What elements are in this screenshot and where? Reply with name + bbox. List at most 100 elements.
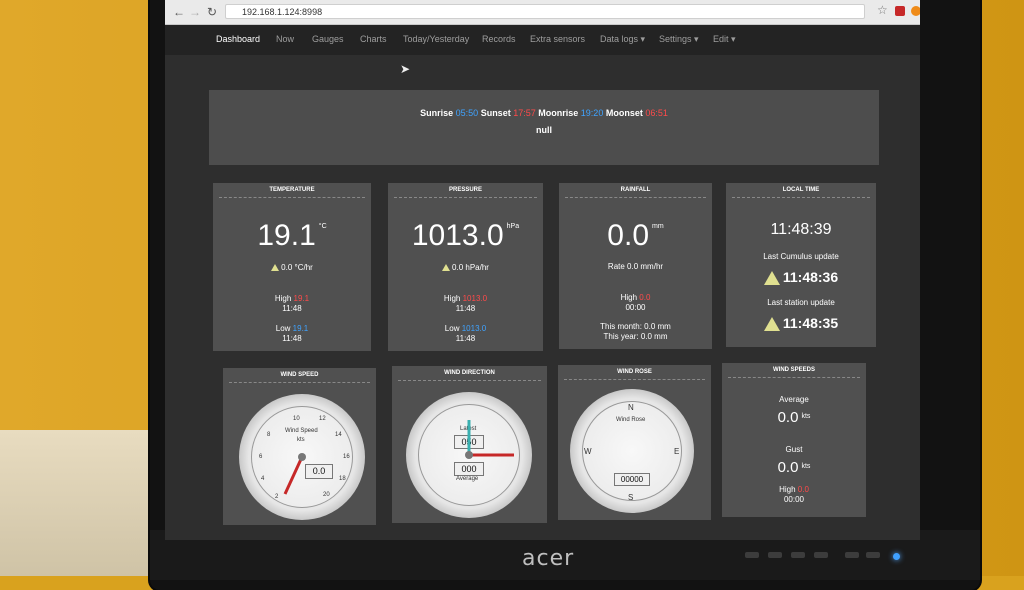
wind-rose-counter: 00000 bbox=[614, 473, 650, 486]
monitor-button[interactable] bbox=[791, 552, 805, 558]
browser-toolbar: ← → ↻ 192.168.1.124:8998 ☆ bbox=[165, 0, 920, 25]
last-cumulus-label: Last Cumulus update bbox=[763, 252, 839, 261]
high-label: High bbox=[779, 485, 796, 494]
pressure-high-time: 11:48 bbox=[455, 304, 476, 313]
rainfall-rate: Rate 0.0 mm/hr bbox=[607, 262, 664, 271]
moonrise-time: 19:20 bbox=[580, 108, 604, 118]
pressure-trend: 0.0 hPa/hr bbox=[452, 263, 489, 272]
direction-needles bbox=[465, 420, 514, 459]
trend-up-icon bbox=[271, 264, 280, 272]
back-icon[interactable]: ← bbox=[173, 5, 185, 19]
astronomy-banner: Sunrise 05:50 Sunset 17:57 Moonrise 19:2… bbox=[209, 90, 879, 165]
wind-high: 0.0 bbox=[797, 485, 809, 494]
temperature-value: 19.1 bbox=[257, 219, 316, 252]
pressure-unit: hPa bbox=[506, 223, 520, 230]
moonset-label: Moonset bbox=[605, 108, 643, 118]
rainfall-high-time: 00:00 bbox=[625, 303, 646, 312]
panel-title: TEMPERATURE bbox=[269, 187, 315, 193]
wind-average-value: 0.0 bbox=[777, 409, 799, 426]
high-label: High bbox=[274, 294, 292, 303]
nav-data-logs[interactable]: Data logs ▾ bbox=[600, 34, 645, 45]
compass-w: W bbox=[584, 447, 592, 456]
pressure-low-time: 11:48 bbox=[455, 334, 476, 343]
nav-now[interactable]: Now bbox=[276, 34, 294, 44]
gust-label: Gust bbox=[785, 445, 803, 454]
trend-up-icon bbox=[763, 271, 780, 286]
pressure-panel: PRESSURE 1013.0 hPa 0.0 hPa/hr High 1013.… bbox=[388, 183, 543, 351]
nav-edit[interactable]: Edit ▾ bbox=[713, 34, 736, 45]
wind-speeds-panel: WIND SPEEDS Average 0.0 kts Gust 0.0 kts H… bbox=[722, 363, 866, 517]
extension-icon[interactable] bbox=[911, 6, 920, 16]
panel-title: WIND SPEEDS bbox=[772, 367, 815, 373]
rainfall-value: 0.0 bbox=[607, 219, 650, 252]
wind-gust-value: 0.0 bbox=[777, 459, 799, 476]
address-bar[interactable]: 192.168.1.124:8998 bbox=[225, 4, 865, 19]
pressure-high: 1013.0 bbox=[462, 294, 488, 303]
nav-records[interactable]: Records bbox=[482, 34, 516, 44]
screen: ← → ↻ 192.168.1.124:8998 ☆ Dashboard Now… bbox=[165, 0, 920, 540]
temperature-high: 19.1 bbox=[293, 294, 310, 303]
monitor-button[interactable] bbox=[768, 552, 782, 558]
rainfall-panel: RAINFALL 0.0 mm Rate 0.0 mm/hr High 0.0 0… bbox=[559, 183, 712, 349]
bookmark-star-icon[interactable]: ☆ bbox=[877, 3, 888, 17]
rainfall-unit: mm bbox=[652, 223, 664, 230]
monitor-button[interactable] bbox=[845, 552, 859, 558]
trend-up-icon bbox=[763, 317, 780, 332]
nav-settings[interactable]: Settings ▾ bbox=[659, 34, 699, 45]
pressure-value: 1013.0 bbox=[411, 219, 504, 252]
monitor-button[interactable] bbox=[814, 552, 828, 558]
nav-gauges[interactable]: Gauges bbox=[312, 34, 344, 44]
panel-title: PRESSURE bbox=[448, 187, 482, 193]
divider bbox=[398, 380, 541, 381]
extension-shield-icon[interactable] bbox=[895, 6, 905, 16]
high-label: High bbox=[620, 293, 638, 302]
panel-title: RAINFALL bbox=[620, 187, 651, 193]
divider bbox=[732, 197, 870, 198]
low-label: Low bbox=[275, 324, 291, 333]
wind-direction-panel: WIND DIRECTION Latest 050 000 Average bbox=[392, 366, 547, 523]
rainfall-month: This month: 0.0 mm bbox=[600, 322, 671, 331]
high-label: High bbox=[443, 294, 461, 303]
nav-dashboard[interactable]: Dashboard bbox=[216, 34, 260, 44]
divider bbox=[229, 382, 370, 383]
power-led-icon[interactable] bbox=[893, 553, 900, 560]
moonrise-label: Moonrise bbox=[538, 108, 579, 118]
local-time-value: 11:48:39 bbox=[770, 221, 832, 238]
trend-up-icon bbox=[442, 264, 451, 272]
divider bbox=[728, 377, 860, 378]
wind-speed-panel: WIND SPEED 2 4 6 8 10 12 14 16 18 20 Win… bbox=[223, 368, 376, 525]
wind-speed-gauge: 2 4 6 8 10 12 14 16 18 20 Wind Speed kts… bbox=[239, 394, 365, 520]
average-label: Average bbox=[779, 395, 809, 404]
rainfall-year: This year: 0.0 mm bbox=[603, 332, 668, 341]
last-station-label: Last station update bbox=[767, 298, 835, 307]
compass-s: S bbox=[628, 493, 634, 502]
brand-logo: acer bbox=[522, 546, 575, 571]
temperature-unit: °C bbox=[318, 223, 327, 230]
last-station-time: 11:48:35 bbox=[782, 315, 839, 331]
reload-icon[interactable]: ↻ bbox=[207, 5, 217, 19]
divider bbox=[394, 197, 537, 198]
url-text: 192.168.1.124:8998 bbox=[242, 7, 323, 17]
nav-extra-sensors[interactable]: Extra sensors bbox=[530, 34, 585, 44]
wind-direction-gauge: Latest 050 000 Average bbox=[406, 392, 532, 518]
divider bbox=[564, 379, 705, 380]
wind-average-unit: kts bbox=[801, 413, 811, 420]
rainfall-high: 0.0 bbox=[639, 293, 651, 302]
gauge-face bbox=[582, 401, 682, 501]
wind-gust-unit: kts bbox=[801, 463, 811, 470]
banner-subline: null bbox=[536, 125, 552, 135]
divider bbox=[565, 197, 706, 198]
forward-icon[interactable]: → bbox=[189, 5, 201, 19]
temperature-trend: 0.0 °C/hr bbox=[281, 263, 313, 272]
astronomy-times: Sunrise 05:50 Sunset 17:57 Moonrise 19:2… bbox=[209, 108, 879, 118]
nav-today-yesterday[interactable]: Today/Yesterday bbox=[403, 34, 469, 44]
sunrise-label: Sunrise bbox=[420, 108, 454, 118]
monitor-button[interactable] bbox=[866, 552, 880, 558]
panel-title: WIND DIRECTION bbox=[444, 370, 495, 376]
divider bbox=[219, 197, 365, 198]
mouse-cursor-icon: ➤ bbox=[400, 62, 411, 76]
moonset-time: 06:51 bbox=[645, 108, 668, 118]
gauge-needle bbox=[283, 453, 306, 495]
monitor-button[interactable] bbox=[745, 552, 759, 558]
nav-charts[interactable]: Charts bbox=[360, 34, 387, 44]
